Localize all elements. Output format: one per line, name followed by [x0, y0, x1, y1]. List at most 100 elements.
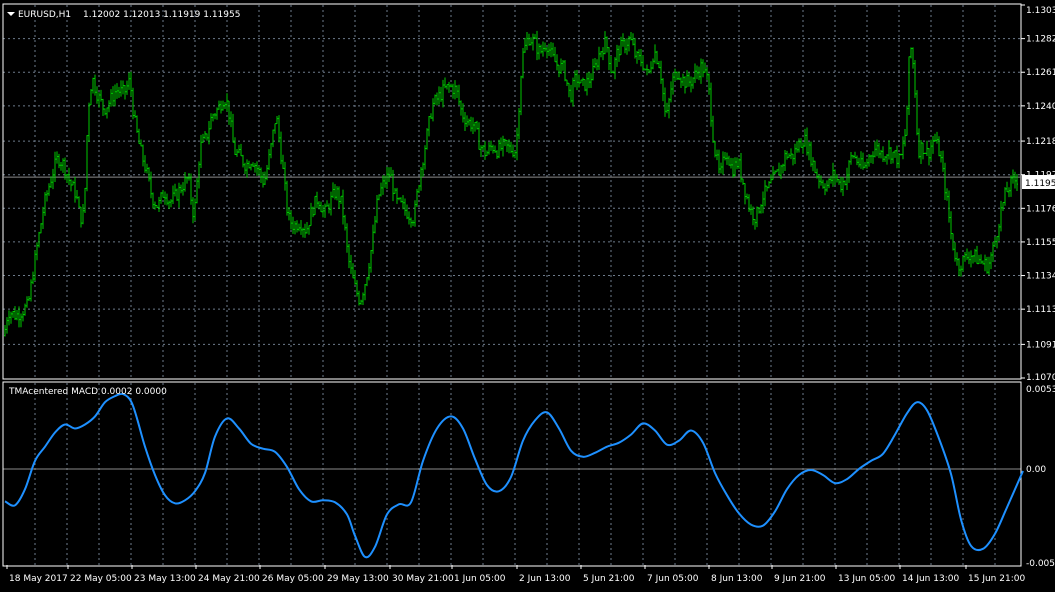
price-bar — [836, 174, 838, 183]
price-tick-label: 1.10910 — [1026, 340, 1055, 350]
price-bars[interactable] — [4, 30, 1018, 337]
price-bar — [918, 128, 920, 159]
price-bar — [32, 271, 34, 285]
price-bar — [300, 219, 302, 235]
price-bar — [772, 166, 774, 181]
price-bar — [678, 71, 680, 80]
price-bar — [616, 44, 618, 67]
price-bar — [1002, 202, 1004, 212]
price-bar — [660, 60, 662, 84]
price-bar — [554, 46, 556, 63]
price-bar — [334, 184, 336, 200]
terminal-chart-window[interactable]: EURUSD,H1 1.12002 1.12013 1.11919 1.1195… — [0, 0, 1055, 588]
price-bar — [552, 42, 554, 57]
price-tick-label: 1.12820 — [1026, 35, 1055, 45]
price-bar — [156, 204, 158, 209]
price-bar — [440, 86, 442, 102]
price-tick-label: 1.13030 — [1026, 6, 1055, 16]
price-bar — [314, 195, 316, 216]
price-bar — [358, 290, 360, 306]
price-bar — [96, 86, 98, 104]
time-tick-label: 15 Jun 21:00 — [968, 574, 1025, 584]
price-bar — [932, 135, 934, 154]
price-bar — [778, 162, 780, 176]
price-bar — [548, 43, 550, 57]
price-bar — [686, 70, 688, 88]
price-bar — [40, 223, 42, 234]
price-bar — [30, 279, 32, 302]
price-bar — [258, 165, 260, 176]
price-bar — [954, 242, 956, 262]
price-bar — [854, 151, 856, 159]
price-bar — [544, 42, 546, 52]
price-bar — [680, 77, 682, 89]
price-bar — [34, 250, 36, 281]
price-bar — [702, 59, 704, 78]
price-bar — [428, 115, 430, 137]
time-tick-label: 7 Jun 05:00 — [647, 574, 699, 584]
price-bar — [496, 150, 498, 159]
price-bar — [10, 311, 12, 324]
price-bar — [976, 245, 978, 265]
price-bar — [646, 64, 648, 76]
price-bar — [146, 163, 148, 174]
price-bar — [290, 210, 292, 230]
price-bar — [642, 55, 644, 71]
price-bar — [1012, 169, 1014, 184]
price-bar — [722, 151, 724, 175]
price-panel-frame — [2, 3, 1022, 380]
price-bar — [42, 206, 44, 230]
price-bar — [884, 155, 886, 162]
price-bar — [350, 254, 352, 274]
price-bar — [150, 171, 152, 199]
price-bar — [222, 100, 224, 111]
price-bar — [488, 142, 490, 155]
price-bar — [700, 58, 702, 84]
price-bar — [480, 145, 482, 157]
price-bar — [848, 160, 850, 183]
time-tick-label: 30 May 21:00 — [392, 574, 454, 584]
price-bar — [600, 51, 602, 58]
symbol-label: EURUSD,H1 — [18, 10, 71, 20]
price-bar — [684, 76, 686, 94]
price-bar — [934, 133, 936, 142]
price-bar — [506, 139, 508, 153]
price-bar — [804, 128, 806, 147]
price-bar — [454, 80, 456, 100]
price-bar — [168, 200, 170, 209]
price-bar — [76, 190, 78, 200]
price-bar — [378, 194, 380, 201]
price-bar — [288, 206, 290, 221]
price-bar — [344, 214, 346, 231]
price-bar — [356, 280, 358, 297]
price-bar — [26, 296, 28, 308]
price-bar — [656, 50, 658, 65]
symbol-menu-triangle-icon[interactable] — [7, 12, 15, 16]
price-bar — [584, 79, 586, 92]
price-bar — [876, 139, 878, 157]
price-bar — [666, 102, 668, 114]
price-bar — [862, 152, 864, 170]
price-bar — [406, 204, 408, 220]
price-bar — [294, 221, 296, 235]
price-bar — [88, 102, 90, 142]
price-tick-label: 1.12400 — [1026, 102, 1055, 112]
price-bar — [510, 141, 512, 154]
price-bar — [956, 252, 958, 266]
price-bar — [246, 159, 248, 178]
price-bar — [242, 154, 244, 168]
price-bar — [936, 131, 938, 144]
price-bar — [924, 152, 926, 155]
price-bar — [14, 306, 16, 321]
price-bar — [888, 140, 890, 160]
price-bar — [540, 44, 542, 54]
price-bar — [492, 144, 494, 154]
price-bar — [878, 142, 880, 159]
price-bar — [1016, 173, 1018, 191]
macd-line[interactable] — [4, 392, 1024, 559]
price-bar — [912, 47, 914, 69]
price-bar — [500, 137, 502, 151]
chart-canvas[interactable]: EURUSD,H1 1.12002 1.12013 1.11919 1.1195… — [0, 0, 1055, 588]
price-bar — [370, 249, 372, 273]
price-bar — [158, 196, 160, 212]
